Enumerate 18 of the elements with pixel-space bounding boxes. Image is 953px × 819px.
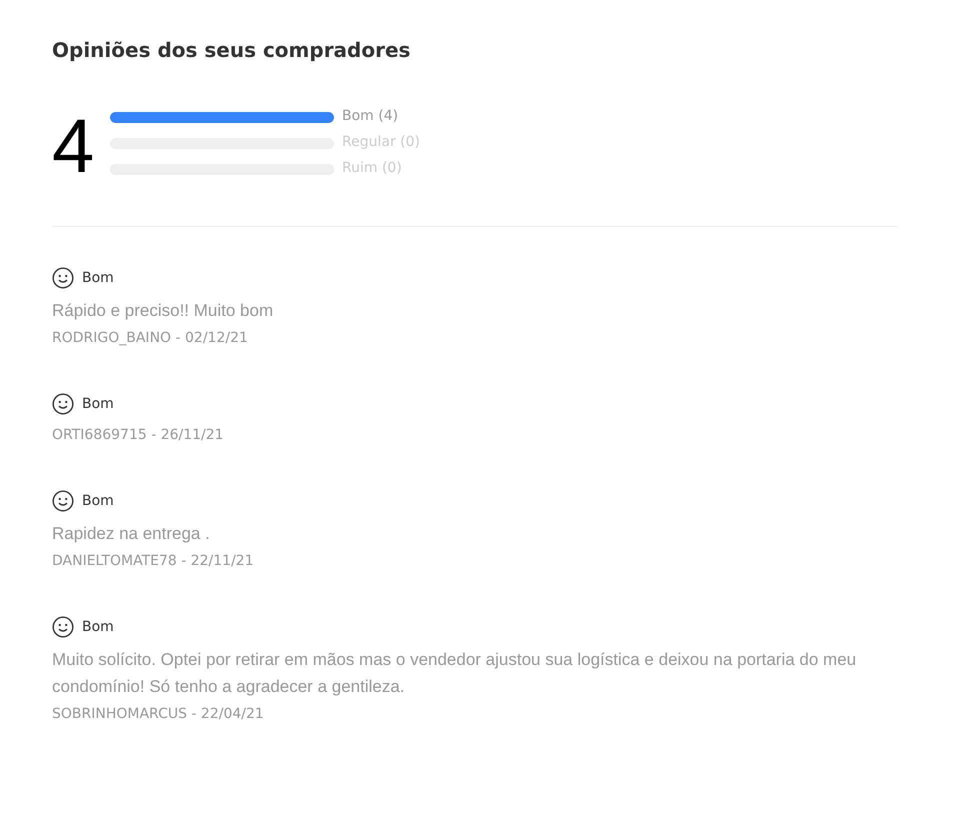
smiley-icon xyxy=(52,267,74,289)
smiley-icon xyxy=(52,616,74,638)
review-author: SOBRINHOMARCUS - 22/04/21 xyxy=(52,705,265,724)
review-comment: Rápido e preciso!! Muito bom xyxy=(52,300,274,322)
review-author: ORTI6869715 - 26/11/21 xyxy=(52,426,225,445)
smiley-icon xyxy=(52,393,74,415)
review-comment: Muito solícito. Optei por retirar em mãos mas o vendedor ajustou sua logística e deixou na portaria do meu condomínio! Só tenho a agradecer a gentileza. xyxy=(52,649,858,698)
review-comment: Rapidez na entrega . xyxy=(52,523,211,545)
review-author: RODRIGO_BAINO - 02/12/21 xyxy=(52,329,249,348)
review-author: DANIELTOMATE78 - 22/11/21 xyxy=(52,552,255,571)
rating-text: Bom xyxy=(82,394,114,414)
smiley-icon xyxy=(52,490,74,512)
section-title: Opiniões dos seus compradores xyxy=(52,38,412,62)
rating-text: Bom xyxy=(82,618,114,636)
rating-text: Bom xyxy=(82,492,114,510)
rating-score: 4 xyxy=(52,109,96,185)
rating-label: Bom (4) xyxy=(342,108,398,124)
rating-text: Bom xyxy=(82,268,114,288)
